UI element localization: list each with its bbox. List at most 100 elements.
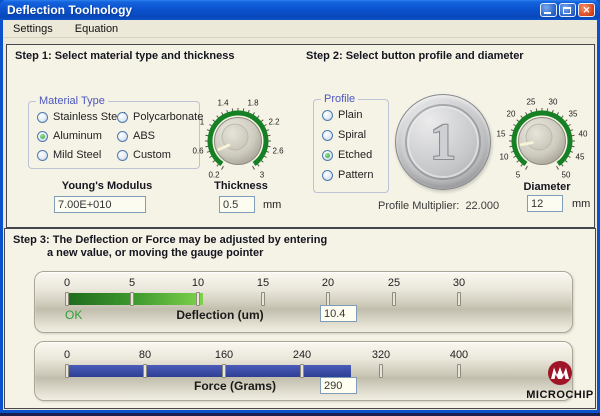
radio-label[interactable]: Mild Steel: [53, 149, 101, 161]
radio-polycarbonate[interactable]: [117, 112, 128, 123]
profile-groupbox: Profile Plain Spiral Etched Pattern: [313, 99, 389, 193]
step3-panel: Step 3: The Deflection or Force may be a…: [4, 228, 596, 409]
knob-scale-label: 30: [549, 98, 558, 107]
knob-scale-label: 10: [500, 153, 509, 162]
step1-title: Step 1: Select material type and thickne…: [15, 50, 234, 62]
gauge-tick-mark[interactable]: [457, 364, 461, 378]
radio-stainless-steel[interactable]: [37, 112, 48, 123]
knob-scale-label: 25: [527, 98, 536, 107]
knob-scale-label: 40: [579, 130, 588, 139]
gauge-tick-label: 5: [129, 277, 135, 289]
radio-label[interactable]: Stainless Steel: [53, 111, 126, 123]
step1-panel: Step 1: Select material type and thickne…: [6, 44, 299, 228]
deflection-gauge[interactable]: 0 5 10 15 20 25 30 OK Deflection (um): [34, 271, 573, 333]
radio-pattern[interactable]: [322, 170, 333, 181]
radio-abs[interactable]: [117, 131, 128, 142]
gauge-tick-label: 20: [322, 277, 334, 289]
knob-scale-label: 15: [497, 130, 506, 139]
force-gauge-label: Force (Grams): [160, 379, 310, 393]
window-body: Step 1: Select material type and thickne…: [3, 38, 597, 410]
microchip-m-icon: [545, 360, 575, 388]
radio-spiral[interactable]: [322, 130, 333, 141]
profile-multiplier: Profile Multiplier: 22.000: [378, 200, 499, 212]
deflection-value-input[interactable]: [320, 305, 357, 322]
gauge-tick-mark[interactable]: [130, 292, 134, 306]
force-gauge[interactable]: 0 80 160 240 320 400 Force (Grams): [34, 341, 573, 401]
radio-label[interactable]: Etched: [338, 149, 372, 161]
force-value-input[interactable]: [320, 377, 357, 394]
radio-custom[interactable]: [117, 150, 128, 161]
profile-multiplier-label: Profile Multiplier:: [378, 200, 459, 212]
microchip-logo: MICROCHIP: [522, 360, 598, 410]
radio-etched[interactable]: [322, 150, 333, 161]
thickness-unit: mm: [263, 199, 281, 211]
menu-settings[interactable]: Settings: [13, 23, 53, 35]
step2-title: Step 2: Select button profile and diamet…: [306, 50, 524, 62]
gauge-tick-mark[interactable]: [457, 292, 461, 306]
profile-multiplier-value: 22.000: [465, 200, 499, 212]
close-icon[interactable]: ✕: [578, 3, 595, 17]
step2-panel: Step 2: Select button profile and diamet…: [298, 44, 595, 228]
deflection-bar[interactable]: [67, 293, 203, 305]
knob-scale-label: 35: [569, 110, 578, 119]
gauge-tick-label: 320: [372, 349, 390, 361]
gauge-tick-label: 10: [192, 277, 204, 289]
knob-scale-label: 3: [260, 171, 264, 180]
knob-scale-label: 5: [516, 171, 520, 180]
gauge-tick-mark[interactable]: [300, 364, 304, 378]
gauge-tick-mark[interactable]: [222, 364, 226, 378]
step3-title-line1: Step 3: The Deflection or Force may be a…: [13, 234, 327, 246]
knob-scale-label: 1.8: [247, 99, 258, 108]
radio-label[interactable]: Aluminum: [53, 130, 102, 142]
radio-label[interactable]: Pattern: [338, 169, 373, 181]
knob-scale-label: 0.6: [192, 147, 203, 156]
title-bar[interactable]: Deflection Toolnology ✕: [0, 0, 600, 20]
gauge-tick-mark[interactable]: [261, 292, 265, 306]
diameter-label: Diameter: [512, 181, 582, 193]
radio-label[interactable]: Custom: [133, 149, 171, 161]
knob-pointer[interactable]: [521, 143, 532, 145]
maximize-icon[interactable]: [559, 3, 576, 17]
gauge-tick-mark[interactable]: [143, 364, 147, 378]
radio-label[interactable]: Spiral: [338, 129, 366, 141]
radio-mild-steel[interactable]: [37, 150, 48, 161]
knob-scale-label: 1.4: [217, 99, 228, 108]
knob-scale-label: 2.6: [272, 147, 283, 156]
radio-plain[interactable]: [322, 110, 333, 121]
gauge-tick-mark[interactable]: [196, 292, 200, 306]
knob-scale-label: 2.2: [268, 118, 279, 127]
thickness-input[interactable]: [219, 196, 255, 213]
gauge-tick-label: 80: [139, 349, 151, 361]
gauge-tick-mark[interactable]: [326, 292, 330, 306]
radio-aluminum[interactable]: [37, 131, 48, 142]
gauge-tick-label: 25: [388, 277, 400, 289]
diameter-knob[interactable]: 5 10 15 20 25 30 35 40 45 50: [497, 96, 587, 186]
gauge-tick-mark[interactable]: [379, 364, 383, 378]
deflection-gauge-label: Deflection (um): [140, 308, 300, 322]
menu-equation[interactable]: Equation: [75, 23, 118, 35]
radio-label[interactable]: ABS: [133, 130, 155, 142]
material-type-label: Material Type: [36, 95, 108, 107]
gauge-tick-label: 15: [257, 277, 269, 289]
button-preview: 1: [395, 94, 491, 190]
youngs-modulus-label: Young's Modulus: [37, 180, 177, 192]
window-title: Deflection Toolnology: [0, 3, 132, 17]
minimize-icon[interactable]: [540, 3, 557, 17]
knob-scale-label: 20: [507, 110, 516, 119]
gauge-tick-label: 240: [293, 349, 311, 361]
diameter-input[interactable]: [527, 195, 563, 212]
profile-label: Profile: [321, 93, 358, 105]
thickness-knob[interactable]: 0.2 0.6 1 1.4 1.8 2.2 2.6 3: [193, 96, 283, 186]
force-bar[interactable]: [67, 365, 351, 377]
thickness-label: Thickness: [201, 180, 281, 192]
gauge-tick-mark[interactable]: [392, 292, 396, 306]
gauge-tick-label: 30: [453, 277, 465, 289]
gauge-tick-mark[interactable]: [65, 364, 69, 378]
gauge-tick-label: 0: [64, 277, 70, 289]
material-type-groupbox: Material Type Stainless Steel Aluminum M…: [28, 101, 200, 169]
diameter-unit: mm: [572, 198, 590, 210]
gauge-tick-mark[interactable]: [65, 292, 69, 306]
youngs-modulus-input[interactable]: [54, 196, 146, 213]
radio-label[interactable]: Plain: [338, 109, 362, 121]
gauge-tick-label: 0: [64, 349, 70, 361]
